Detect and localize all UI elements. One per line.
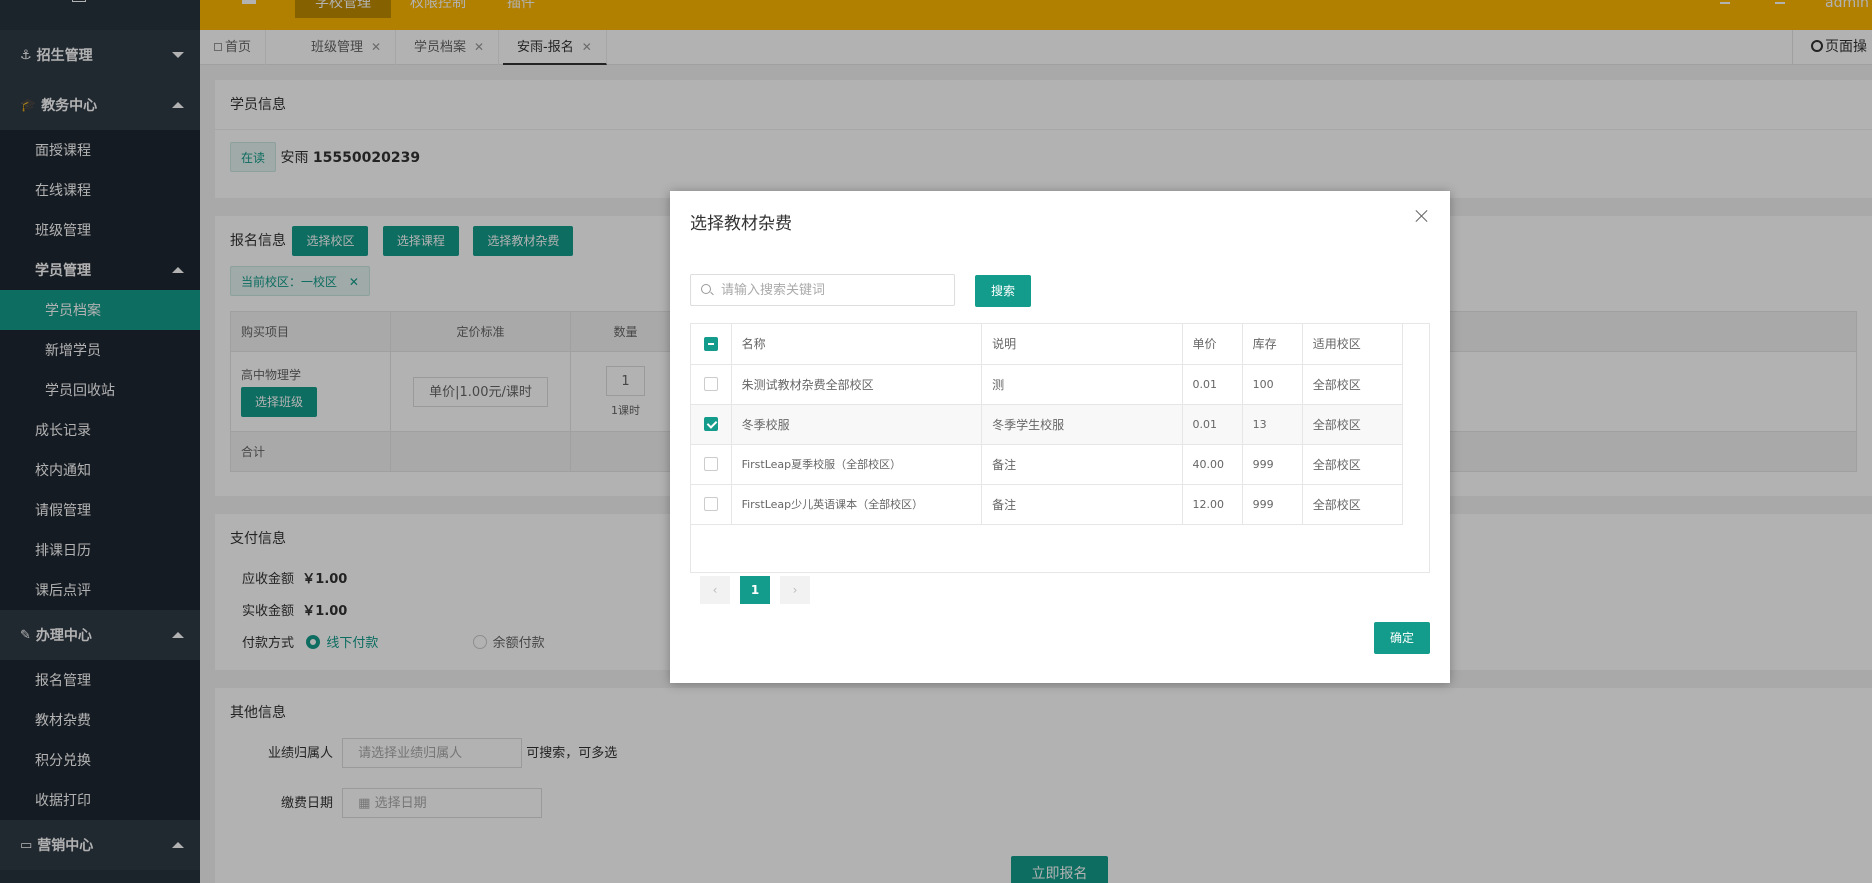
cell-desc: 备注 (981, 484, 1183, 525)
search-button[interactable]: 搜索 (975, 275, 1031, 307)
select-all-checkbox[interactable] (703, 337, 718, 351)
cell-desc: 冬季学生校服 (981, 404, 1183, 445)
cell-price: 0.01 (1182, 364, 1243, 405)
materials-table: 名称 说明 单价 库存 适用校区 朱测试教材杂费全部校区 测 0.01 100 … (690, 323, 1430, 573)
table-header: 名称 (731, 324, 983, 365)
cell-stock: 999 (1242, 484, 1303, 525)
page-1-button[interactable]: 1 (740, 576, 770, 604)
cell-price: 0.01 (1182, 404, 1243, 445)
cell-desc: 备注 (981, 444, 1183, 485)
confirm-button[interactable]: 确定 (1374, 622, 1430, 654)
cell-name: 冬季校服 (731, 404, 983, 445)
cell-stock: 100 (1242, 364, 1303, 405)
cell-name: 朱测试教材杂费全部校区 (731, 364, 983, 405)
table-row[interactable]: FirstLeap少儿英语课本（全部校区） 备注 12.00 999 全部校区 (691, 484, 1404, 525)
cell-name: FirstLeap少儿英语课本（全部校区） (731, 484, 983, 525)
search-icon (701, 284, 711, 294)
table-header: 说明 (981, 324, 1183, 365)
table-header: 库存 (1242, 324, 1303, 365)
cell-campus: 全部校区 (1302, 484, 1404, 525)
close-icon[interactable] (1415, 209, 1429, 223)
table-row[interactable]: FirstLeap夏季校服（全部校区） 备注 40.00 999 全部校区 (691, 444, 1404, 485)
cell-stock: 999 (1242, 444, 1303, 485)
search-box (690, 274, 955, 306)
cell-campus: 全部校区 (1302, 444, 1404, 485)
cell-price: 40.00 (1182, 444, 1243, 485)
row-checkbox[interactable] (703, 457, 718, 472)
search-input[interactable] (721, 275, 951, 305)
table-header: 单价 (1182, 324, 1243, 365)
cell-price: 12.00 (1182, 484, 1243, 525)
cell-name: FirstLeap夏季校服（全部校区） (731, 444, 983, 485)
row-checkbox[interactable] (703, 417, 718, 432)
prev-page-button[interactable]: ‹ (700, 576, 730, 604)
table-header: 适用校区 (1302, 324, 1404, 365)
row-checkbox[interactable] (703, 377, 718, 392)
cell-desc: 测 (981, 364, 1183, 405)
table-row[interactable]: 朱测试教材杂费全部校区 测 0.01 100 全部校区 (691, 364, 1404, 405)
modal-title: 选择教材杂费 (690, 214, 792, 234)
cell-stock: 13 (1242, 404, 1303, 445)
table-row[interactable]: 冬季校服 冬季学生校服 0.01 13 全部校区 (691, 404, 1404, 445)
row-checkbox[interactable] (703, 497, 718, 512)
cell-campus: 全部校区 (1302, 404, 1404, 445)
pagination: ‹ 1 › (700, 576, 820, 604)
select-materials-modal: 选择教材杂费 搜索 名称 说明 单价 库存 适用校区 朱测试教材杂费全部校区 测… (670, 191, 1450, 683)
next-page-button[interactable]: › (780, 576, 810, 604)
cell-campus: 全部校区 (1302, 364, 1404, 405)
